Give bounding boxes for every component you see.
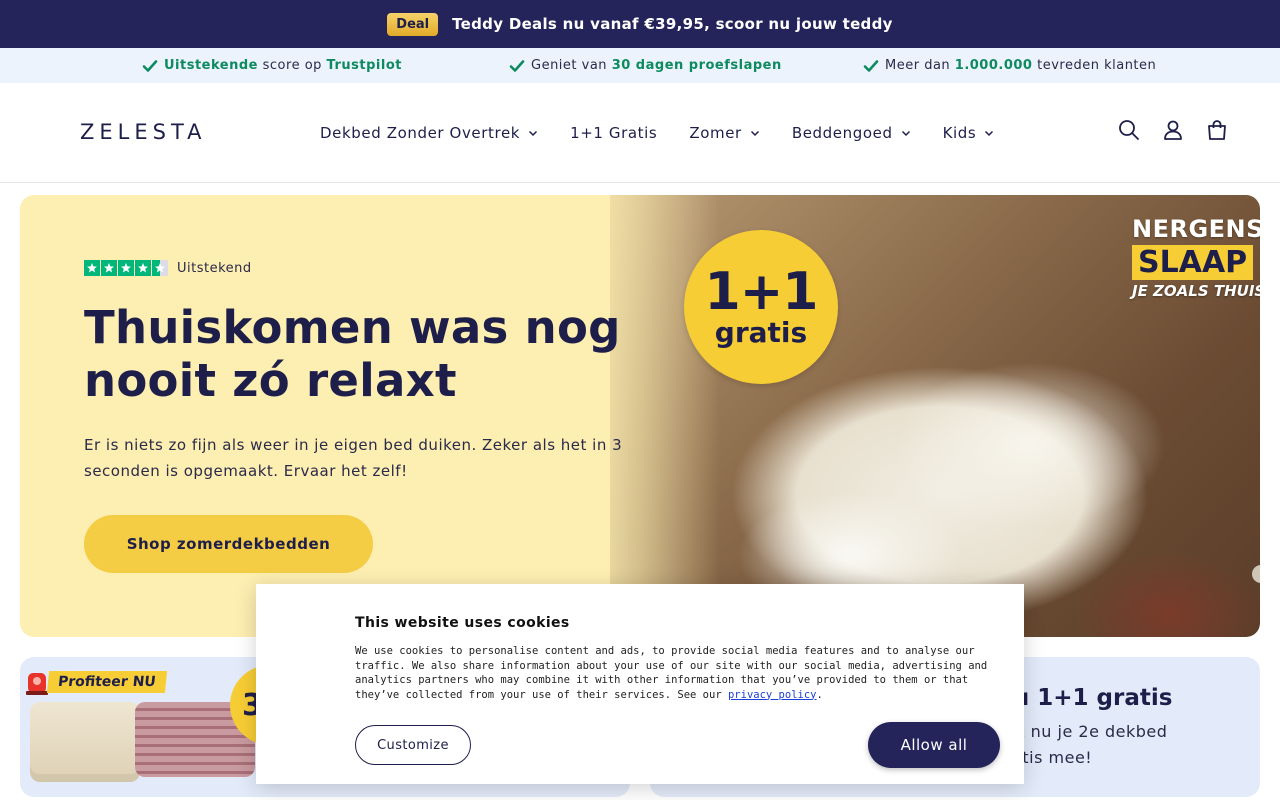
hero-slogan: NERGENS SLAAP JE ZOALS THUIS (1132, 215, 1260, 300)
cookie-dialog: This website uses cookies We use cookies… (256, 584, 1024, 784)
site-header: ZELESTA Dekbed Zonder Overtrek 1+1 Grati… (0, 83, 1280, 183)
chevron-down-icon (985, 130, 994, 137)
usp-text: tevreden klanten (1032, 58, 1157, 73)
logo-text: ZELESTA (80, 120, 207, 144)
promo-badge-small: gratis (714, 316, 808, 349)
cart-icon[interactable] (1206, 119, 1228, 141)
slogan-line-2: SLAAP (1132, 245, 1254, 280)
usp-highlight: 30 dagen proefslapen (611, 58, 782, 73)
hero-description: Er is niets zo fijn als weer in je eigen… (84, 436, 623, 480)
usp-trustpilot: Uitstekende score op Trustpilot (142, 48, 402, 83)
usp-highlight: Trustpilot (326, 58, 402, 73)
nav-label: 1+1 Gratis (570, 124, 658, 142)
rating-label: Uitstekend (177, 260, 252, 276)
nav-item-zomer[interactable]: Zomer (689, 124, 759, 142)
nav-label: Dekbed Zonder Overtrek (320, 124, 521, 142)
star-icon (101, 260, 117, 276)
usp-customers: Meer dan 1.000.000 tevreden klanten (863, 48, 1156, 83)
chevron-down-icon (529, 130, 538, 137)
account-icon[interactable] (1162, 119, 1184, 141)
nav-label: Zomer (689, 124, 742, 142)
search-icon[interactable] (1118, 119, 1140, 141)
announcement-bar[interactable]: Deal Teddy Deals nu vanaf €39,95, scoor … (0, 0, 1280, 48)
nav-item-1-1-gratis[interactable]: 1+1 Gratis (570, 124, 657, 142)
slogan-line-1: NERGENS (1132, 215, 1260, 243)
rating-stars (84, 260, 168, 276)
customize-button[interactable]: Customize (355, 725, 471, 765)
logo[interactable]: ZELESTA (64, 111, 224, 157)
usp-trial: Geniet van 30 dagen proefslapen (509, 48, 782, 83)
announcement-text[interactable]: Teddy Deals nu vanaf €39,95, scoor nu jo… (452, 15, 893, 33)
main-nav: Dekbed Zonder Overtrek 1+1 Gratis Zomer … (320, 83, 1026, 183)
usp-bar: Uitstekende score op Trustpilot Geniet v… (0, 48, 1280, 83)
header-icons (1118, 119, 1228, 141)
usp-text: Geniet van (531, 58, 612, 73)
star-icon (135, 260, 151, 276)
usp-highlight: Uitstekende (164, 58, 258, 73)
check-icon (863, 59, 879, 72)
allow-all-button[interactable]: Allow all (868, 722, 1000, 768)
slogan-line-3: JE ZOALS THUIS (1132, 282, 1260, 300)
hero-banner: 1+1 gratis NERGENS SLAAP JE ZOALS THUIS … (20, 195, 1260, 637)
profiteer-badge: Profiteer NU (46, 671, 167, 693)
duvet-image (30, 702, 140, 782)
nav-label: Beddengoed (791, 124, 893, 142)
siren-icon (26, 673, 48, 695)
chevron-down-icon (901, 130, 910, 137)
nav-item-dekbed-zonder-overtrek[interactable]: Dekbed Zonder Overtrek (320, 124, 538, 142)
usp-text: Meer dan (885, 58, 955, 73)
promo-badge-big: 1+1 (704, 262, 819, 322)
half-star-icon (152, 260, 168, 276)
nav-label: Kids (942, 124, 977, 142)
chevron-down-icon (750, 130, 759, 137)
check-icon (142, 59, 158, 72)
card-description-line: ak nu je 2e dekbed (1005, 722, 1168, 741)
usp-text: score op (258, 58, 327, 73)
cookie-title: This website uses cookies (355, 615, 570, 631)
check-icon (509, 59, 525, 72)
nav-item-beddengoed[interactable]: Beddengoed (792, 124, 911, 142)
privacy-policy-link[interactable]: privacy policy (728, 689, 817, 701)
shop-zomerdekbedden-button[interactable]: Shop zomerdekbedden (84, 515, 373, 573)
card-description: ak nu je 2e dekbed ratis mee! (1005, 719, 1167, 771)
nav-item-kids[interactable]: Kids (943, 124, 995, 142)
hero-title: Thuiskomen was nog nooit zó relaxt (84, 301, 621, 407)
cookie-text: We use cookies to personalise content an… (355, 645, 988, 701)
star-icon (84, 260, 100, 276)
promo-badge: 1+1 gratis (684, 230, 838, 384)
trustpilot-rating[interactable]: Uitstekend (84, 260, 252, 276)
card-title: lu 1+1 gratis (1005, 685, 1173, 711)
star-icon (118, 260, 134, 276)
deal-badge: Deal (387, 12, 439, 36)
usp-highlight: 1.000.000 (954, 58, 1033, 73)
